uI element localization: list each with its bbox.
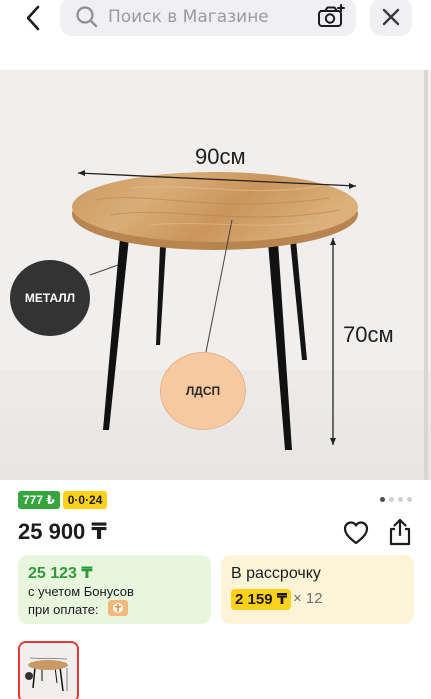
close-button[interactable] [370,0,412,36]
bonus-price: 25 123 ₸ [28,565,93,582]
installment-card[interactable]: В рассрочку 2 159 ₸ × 12 [221,555,414,624]
installment-multiplier: × 12 [293,590,323,607]
bonus-card[interactable]: 25 123 ₸ с учетом Бонусов при оплате: [18,555,211,624]
installment-title: В рассрочку [231,565,321,582]
search-icon [76,6,98,28]
pagination-dot [407,497,412,502]
close-icon [382,8,400,26]
tags-row: 777 ₺ 0·0·24 [18,491,108,509]
top-bar [0,0,431,44]
image-pagination [380,497,412,502]
width-label: 90см [195,144,246,169]
thumbnail-table-image [20,643,77,699]
heart-icon[interactable] [342,519,370,547]
reviews-tag[interactable]: 777 ₺ [18,491,60,509]
image-thumbnail[interactable] [18,641,79,699]
product-price: 25 900 ₸ [18,519,107,544]
kaspi-icon [108,600,128,616]
pagination-dot [398,497,403,502]
share-icon[interactable] [385,517,415,547]
pagination-dot [389,497,394,502]
back-button[interactable] [18,3,48,33]
search-input[interactable] [108,0,308,36]
installment-amount: 2 159 ₸ [231,589,292,610]
bonus-caption-line1: с учетом Бонусов [28,584,134,599]
material-badge-metal: МЕТАЛЛ [10,260,90,336]
search-bar[interactable] [60,0,356,36]
product-image[interactable]: 90см 70см МЕТАЛЛ ЛДСП [0,70,431,480]
height-label: 70см [343,322,394,347]
bonus-caption-line2: при оплате: [28,602,99,617]
installment-tag[interactable]: 0·0·24 [62,491,108,509]
camera-icon[interactable] [316,2,346,30]
material-badge-ldsp: ЛДСП [160,352,246,430]
back-icon [26,5,40,31]
pagination-dot [380,497,385,502]
